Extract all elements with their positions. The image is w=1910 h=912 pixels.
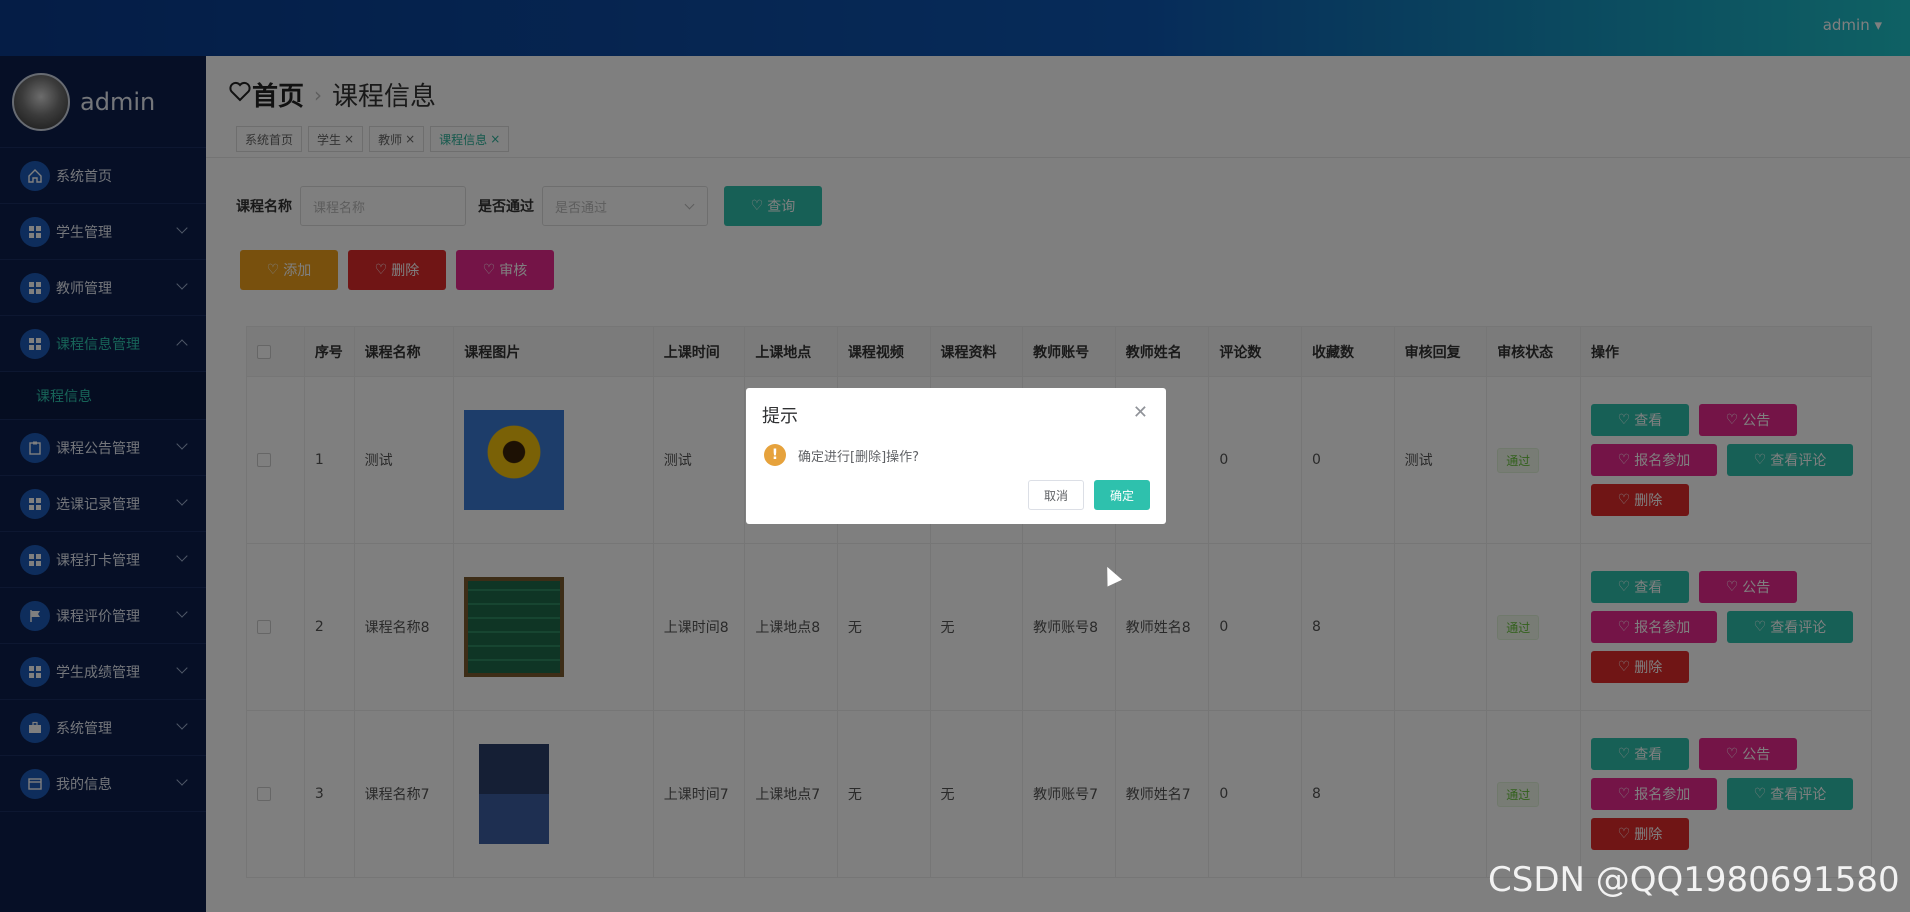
close-icon[interactable]: ✕ (1133, 402, 1148, 423)
confirm-button[interactable]: 确定 (1094, 480, 1150, 510)
cancel-button[interactable]: 取消 (1028, 480, 1084, 510)
warning-icon: ! (764, 444, 786, 466)
confirm-dialog: 提示 ✕ ! 确定进行[删除]操作? 取消 确定 (746, 388, 1166, 524)
watermark: CSDN @QQ1980691580 (1488, 860, 1900, 900)
dialog-message: 确定进行[删除]操作? (798, 450, 920, 465)
dialog-title: 提示 (762, 406, 798, 427)
